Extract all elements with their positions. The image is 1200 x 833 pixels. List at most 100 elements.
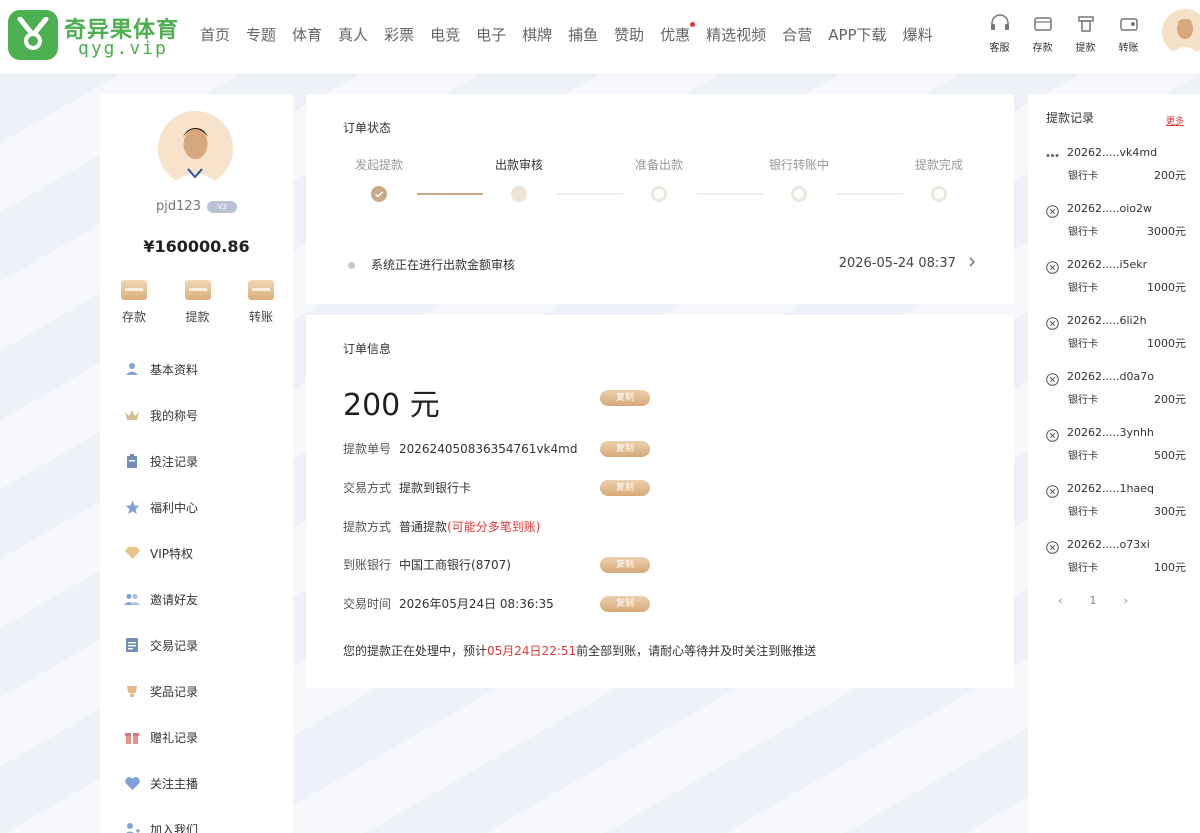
wallet-icon [1033, 17, 1052, 31]
support-label: 客服 [989, 43, 1010, 54]
step-done-check-icon [371, 186, 387, 202]
copy-method-button[interactable]: 复制 [600, 480, 650, 496]
nav-item-news[interactable]: 爆料 [903, 24, 933, 48]
sidebar-withdraw-button[interactable]: 提款 [180, 280, 216, 325]
record-item[interactable]: 20262.....d0a7o 银行卡 200元 [1046, 370, 1186, 412]
menu-label: 我的称号 [150, 408, 199, 423]
record-item[interactable]: 20262.....oio2w 银行卡 3000元 [1046, 202, 1186, 244]
menu-label: 赠礼记录 [150, 730, 199, 745]
failed-x-icon [1046, 485, 1059, 498]
menu-item-invite[interactable]: 邀请好友 [100, 576, 293, 622]
pending-dots-icon [1046, 154, 1059, 157]
record-id: 20262.....1haeq [1067, 482, 1154, 495]
record-item[interactable]: 20262.....3ynhh 银行卡 500元 [1046, 426, 1186, 468]
status-detail-row[interactable]: 系统正在进行出款金额审核 2026-05-24 08:37 [346, 256, 978, 274]
menu-item-welfare[interactable]: 福利中心 [100, 484, 293, 530]
step-pending-indicator [791, 186, 807, 202]
menu-item-bet-records[interactable]: 投注记录 [100, 438, 293, 484]
record-item[interactable]: 20262.....i5ekr 银行卡 1000元 [1046, 258, 1186, 300]
record-type: 银行卡 [1068, 395, 1098, 406]
username: pjd123 [156, 199, 201, 214]
menu-item-follow[interactable]: 关注主播 [100, 760, 293, 806]
order-status-card: 订单状态 发起提款 出款审核 准备出款 银行转账中 提款完成 系统正在进行出款金… [306, 94, 1014, 304]
menu-item-vip[interactable]: VIP特权 [100, 530, 293, 576]
clipboard-icon [124, 453, 140, 469]
brand-logo[interactable]: 奇异果体育 qyg.vip [8, 10, 193, 62]
status-time: 2026-05-24 08:37 [839, 256, 978, 271]
step-label: 发起提款 [354, 158, 404, 172]
step-connector [417, 193, 483, 195]
record-amount: 200元 [1154, 393, 1186, 406]
record-item[interactable]: 20262.....o73xi 银行卡 100元 [1046, 538, 1186, 580]
nav-item-fishing[interactable]: 捕鱼 [568, 24, 598, 48]
transaction-time-value: 2026年05月24日 08:36:35 [399, 597, 554, 611]
nav-item-esports[interactable]: 电竞 [430, 24, 460, 48]
copy-amount-button[interactable]: 复制 [600, 390, 650, 406]
record-item[interactable]: 20262.....6li2h 银行卡 1000元 [1046, 314, 1186, 356]
copy-time-button[interactable]: 复制 [600, 596, 650, 612]
menu-item-titles[interactable]: 我的称号 [100, 392, 293, 438]
record-amount: 1000元 [1147, 337, 1186, 350]
step-connector [837, 193, 903, 195]
sidebar-deposit-button[interactable]: 存款 [116, 280, 152, 325]
sidebar-deposit-label: 存款 [121, 310, 146, 324]
main-nav: 首页 专题 体育 真人 彩票 电竞 电子 棋牌 捕鱼 赞助 优惠 精选视频 合营… [200, 22, 949, 48]
record-item[interactable]: 20262.....vk4md 银行卡 200元 [1046, 146, 1186, 188]
record-type: 银行卡 [1068, 451, 1098, 462]
support-button[interactable]: 客服 [978, 14, 1021, 55]
nav-item-promotions[interactable]: 优惠 [660, 22, 696, 48]
record-type: 银行卡 [1068, 339, 1098, 350]
record-id: 20262.....3ynhh [1067, 426, 1154, 439]
menu-item-transactions[interactable]: 交易记录 [100, 622, 293, 668]
nav-item-topics[interactable]: 专题 [246, 24, 276, 48]
record-item[interactable]: 20262.....1haeq 银行卡 300元 [1046, 482, 1186, 524]
nav-item-app[interactable]: APP下载 [828, 24, 886, 48]
withdraw-button[interactable]: 提款 [1064, 14, 1107, 55]
top-header: 奇异果体育 qyg.vip 首页 专题 体育 真人 彩票 电竞 电子 棋牌 捕鱼… [0, 0, 1200, 74]
nav-item-lottery[interactable]: 彩票 [384, 24, 414, 48]
sidebar-transfer-button[interactable]: 转账 [243, 280, 279, 325]
menu-label: 基本资料 [150, 362, 199, 377]
nav-item-cards[interactable]: 棋牌 [522, 24, 552, 48]
copy-bank-button[interactable]: 复制 [600, 557, 650, 573]
step-label: 准备出款 [634, 158, 684, 172]
menu-item-join[interactable]: 加入我们 [100, 806, 293, 833]
notification-dot [690, 22, 696, 27]
menu-item-prizes[interactable]: 奖品记录 [100, 668, 293, 714]
user-avatar[interactable] [1162, 9, 1200, 55]
nav-item-sponsor[interactable]: 赞助 [614, 24, 644, 48]
menu-label: 加入我们 [150, 822, 199, 833]
nav-item-home[interactable]: 首页 [200, 24, 230, 48]
withdraw-amount: 200 元 [343, 388, 440, 423]
copy-order-number-button[interactable]: 复制 [600, 441, 650, 457]
pager-next-button[interactable]: › [1124, 594, 1128, 607]
nav-item-videos[interactable]: 精选视频 [706, 24, 766, 48]
bank-value: 中国工商银行(8707) [399, 558, 511, 572]
nav-item-sports[interactable]: 体育 [292, 24, 322, 48]
sidebar-withdraw-label: 提款 [185, 310, 210, 324]
record-amount: 500元 [1154, 449, 1186, 462]
nav-item-slots[interactable]: 电子 [476, 24, 506, 48]
pager-prev-button[interactable]: ‹ [1058, 594, 1062, 607]
menu-item-profile[interactable]: 基本资料 [100, 346, 293, 392]
menu-item-gifts[interactable]: 赠礼记录 [100, 714, 293, 760]
withdraw-type-row: 提款方式 普通提款(可能分多笔到账) [343, 518, 540, 535]
document-icon [124, 637, 140, 653]
records-more-link[interactable]: 更多 [1166, 114, 1184, 127]
account-sidebar: pjd123 V3 ¥160000.86 存款 提款 转账 基本资料 我的称号 投… [100, 94, 293, 833]
sidebar-avatar[interactable] [158, 111, 233, 186]
bank-row: 到账银行 中国工商银行(8707) [343, 556, 511, 573]
nav-item-partners[interactable]: 合营 [782, 24, 812, 48]
transfer-button[interactable]: 转账 [1107, 14, 1150, 55]
deposit-button[interactable]: 存款 [1021, 14, 1064, 55]
record-id: 20262.....o73xi [1067, 538, 1150, 551]
nav-item-live[interactable]: 真人 [338, 24, 368, 48]
record-type: 银行卡 [1068, 563, 1098, 574]
user-portrait-icon [1162, 9, 1200, 55]
record-type: 银行卡 [1068, 507, 1098, 518]
step-label-current: 出款审核 [494, 158, 544, 172]
record-type: 银行卡 [1068, 283, 1098, 294]
pager-page-1[interactable]: 1 [1090, 594, 1097, 607]
record-id: 20262.....oio2w [1067, 202, 1152, 215]
username-row: pjd123 V3 [100, 199, 293, 214]
